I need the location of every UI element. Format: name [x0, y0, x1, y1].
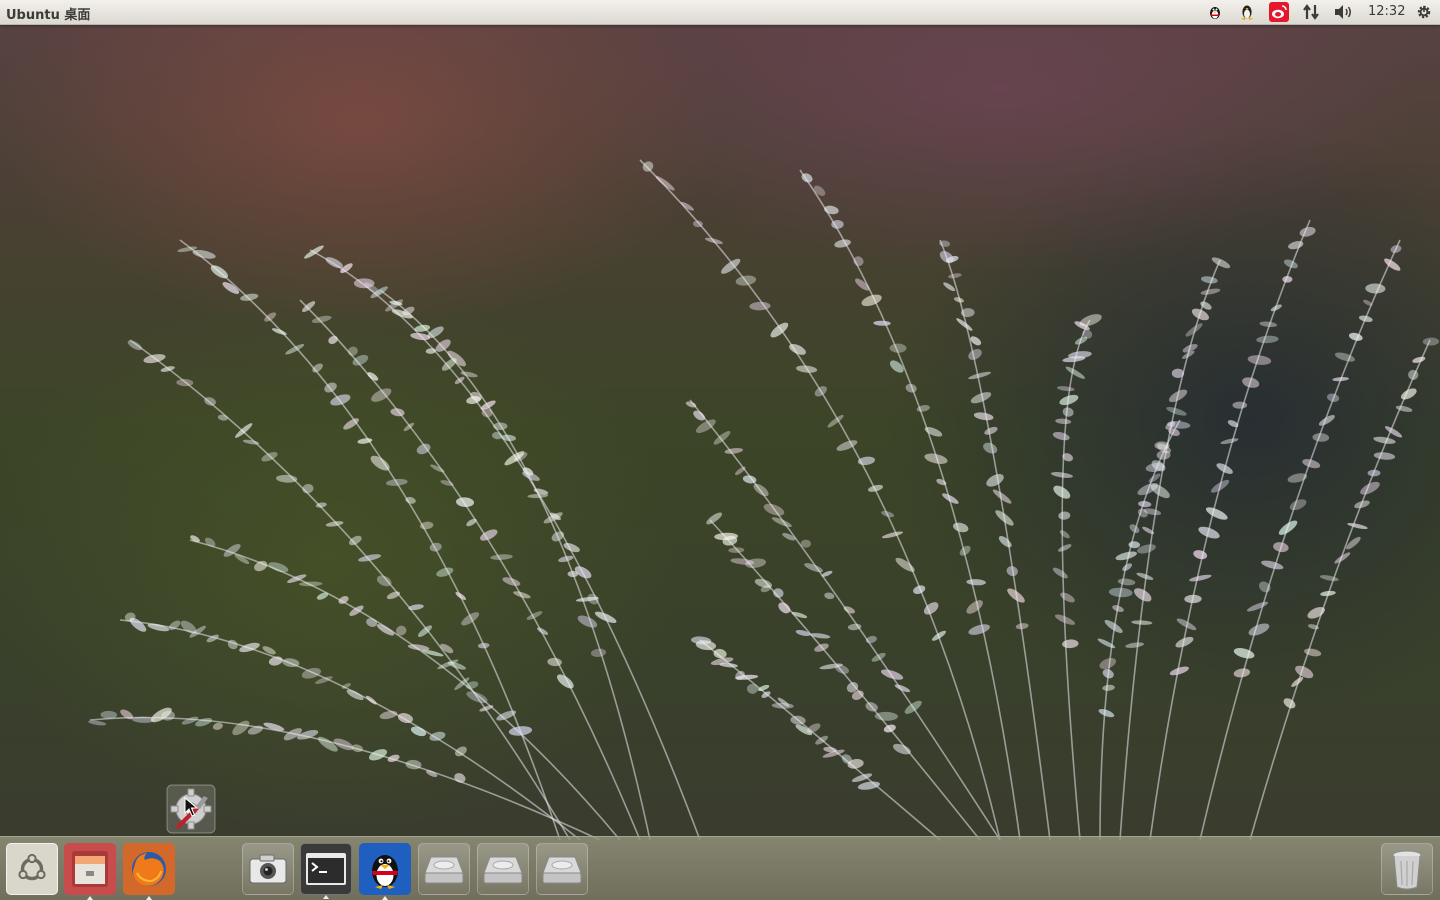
running-indicator: [382, 896, 388, 900]
drive-icon[interactable]: [536, 843, 588, 895]
screenshot-camera-icon[interactable]: [242, 843, 294, 895]
panel-clock[interactable]: 12:32: [1368, 4, 1405, 19]
firefox-icon[interactable]: [123, 843, 175, 900]
weibo-icon[interactable]: [1268, 2, 1290, 22]
qq-client-icon[interactable]: [359, 843, 411, 900]
running-indicator: [87, 896, 93, 900]
drive-icon[interactable]: [418, 843, 470, 895]
desktop-wallpaper: [0, 0, 1440, 900]
system-gear-icon[interactable]: [1413, 2, 1435, 22]
drive-icon[interactable]: [477, 843, 529, 895]
network-transfer-icon[interactable]: [1300, 2, 1322, 22]
qq-penguin-icon[interactable]: [1204, 2, 1226, 22]
linux-tux-icon[interactable]: [1236, 2, 1258, 22]
desktop-screen: Ubuntu 桌面 12:32: [0, 0, 1440, 900]
top-panel: Ubuntu 桌面 12:32: [0, 0, 1440, 25]
running-indicator: [323, 895, 329, 899]
launcher-dock: [0, 836, 1440, 900]
file-manager-icon[interactable]: [64, 843, 116, 900]
running-indicator: [146, 896, 152, 900]
volume-icon[interactable]: [1333, 2, 1355, 22]
mouse-cursor-icon: [184, 796, 199, 821]
ubuntu-dash-icon[interactable]: [6, 843, 58, 895]
trash-icon[interactable]: [1381, 843, 1433, 895]
active-window-title[interactable]: Ubuntu 桌面: [6, 4, 90, 23]
wallpaper-grass-plumes: [87, 159, 1440, 841]
terminal-icon[interactable]: [300, 843, 352, 899]
